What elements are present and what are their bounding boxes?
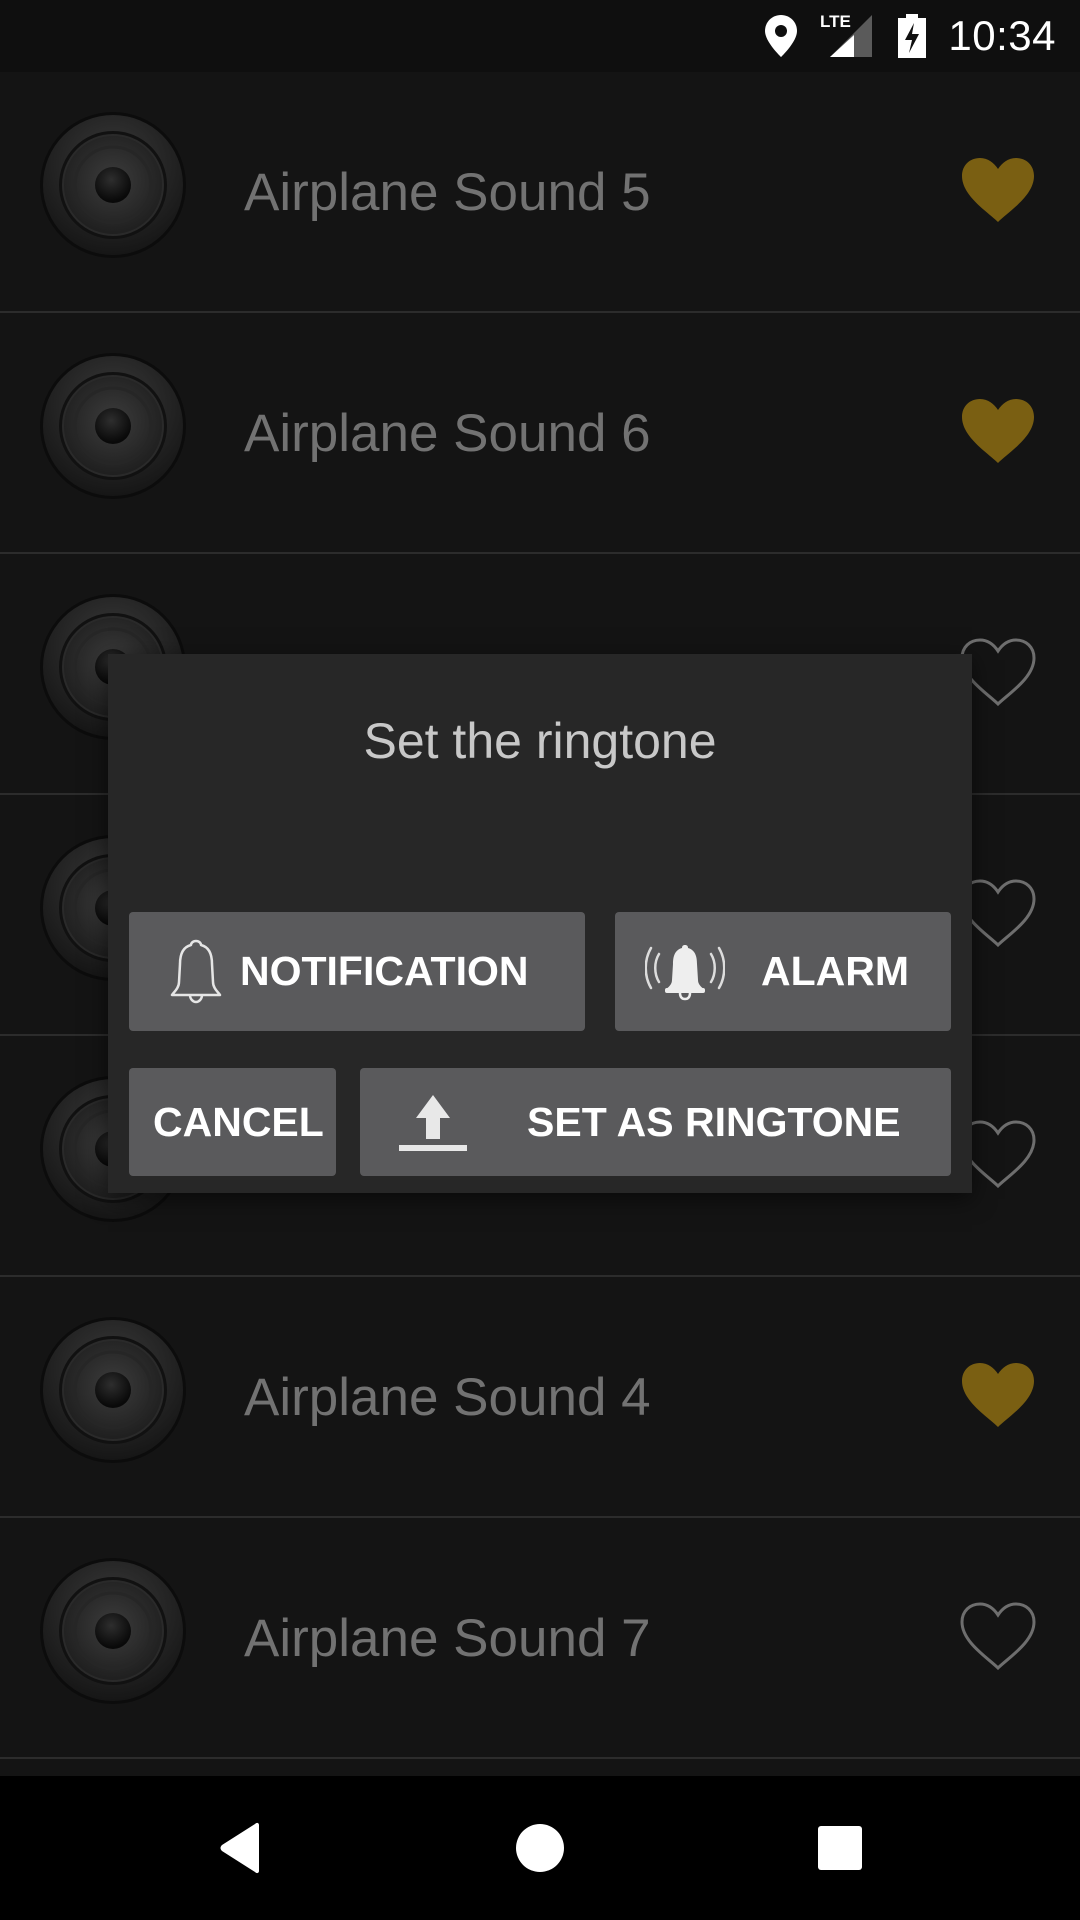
notification-label: NOTIFICATION [240, 948, 529, 994]
bell-outline-icon [170, 939, 222, 1004]
sound-title[interactable]: Airplane Sound 7 [244, 1518, 651, 1759]
navigation-bar [0, 1776, 1080, 1920]
alarm-label: ALARM [761, 948, 910, 994]
alarm-button[interactable]: ALARM [615, 912, 951, 1031]
sound-title[interactable]: Airplane Sound 5 [244, 72, 651, 313]
favorite-heart-filled-icon[interactable] [958, 395, 1038, 467]
notification-button[interactable]: NOTIFICATION [129, 912, 585, 1031]
recents-icon [818, 1826, 862, 1870]
ringing-bell-icon [645, 945, 725, 1001]
sound-title[interactable]: Airplane Sound 4 [244, 1277, 651, 1518]
sound-title[interactable]: Airplane Sound 6 [244, 313, 651, 554]
speaker-icon[interactable] [38, 1315, 188, 1465]
location-icon [763, 0, 799, 72]
status-bar: LTE 10:34 [0, 0, 1080, 72]
home-button[interactable] [490, 1798, 590, 1898]
cancel-button[interactable]: CANCEL [129, 1068, 336, 1176]
network-label: LTE [820, 12, 851, 31]
speaker-icon[interactable] [38, 351, 188, 501]
clock: 10:34 [948, 12, 1056, 59]
battery-charging-icon [897, 0, 927, 72]
favorite-heart-filled-icon[interactable] [958, 154, 1038, 226]
dialog-title: Set the ringtone [363, 713, 717, 769]
favorite-heart-filled-icon[interactable] [958, 1359, 1038, 1431]
home-icon [516, 1824, 564, 1872]
cancel-label: CANCEL [153, 1098, 324, 1145]
sound-list-item[interactable]: Airplane Sound 4 [0, 1277, 1080, 1518]
back-icon [220, 1822, 259, 1874]
set-as-ringtone-label: SET AS RINGTONE [527, 1098, 901, 1145]
set-ringtone-dialog: Set the ringtone NOTIFICATION ALARM CANC… [108, 654, 972, 1193]
upload-icon [399, 1095, 467, 1151]
speaker-icon[interactable] [38, 1556, 188, 1706]
back-button[interactable] [190, 1798, 290, 1898]
set-as-ringtone-button[interactable]: SET AS RINGTONE [360, 1068, 951, 1176]
speaker-icon[interactable] [38, 110, 188, 260]
sound-list-item[interactable]: Airplane Sound 5 [0, 72, 1080, 313]
sound-list-item[interactable]: Airplane Sound 7 [0, 1518, 1080, 1759]
recents-button[interactable] [790, 1798, 890, 1898]
sound-list-item[interactable]: Airplane Sound 6 [0, 313, 1080, 554]
favorite-heart-outline-icon[interactable] [958, 1600, 1038, 1672]
